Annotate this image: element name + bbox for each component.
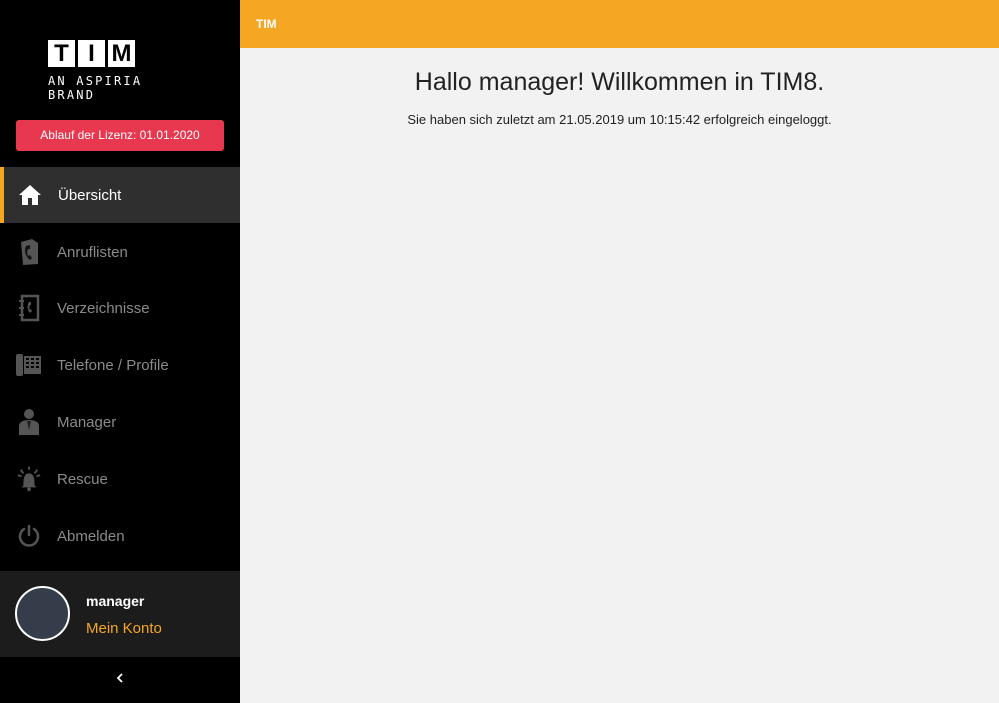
- sidebar-item-label: Anruflisten: [57, 243, 128, 261]
- sidebar-item-label: Telefone / Profile: [57, 356, 169, 374]
- sidebar-item-manager[interactable]: Manager: [0, 394, 240, 450]
- sidebar-item-label: Verzeichnisse: [57, 299, 150, 317]
- welcome-heading: Hallo manager! Willkommen in TIM8.: [414, 68, 825, 96]
- logo-letter: I: [78, 40, 105, 67]
- sidebar-item-abmelden[interactable]: Abmelden: [0, 508, 240, 564]
- sidebar-item-label: Manager: [57, 413, 117, 431]
- chevron-left-icon: [116, 671, 124, 689]
- brand-tagline: AN ASPIRIA BRAND: [48, 74, 143, 102]
- sidebar-item-anruflisten[interactable]: Anruflisten: [0, 224, 240, 280]
- top-bar: TIM: [240, 0, 999, 48]
- call-list-icon: [16, 239, 42, 265]
- sidebar-item-rescue[interactable]: Rescue: [0, 451, 240, 507]
- my-account-link[interactable]: Mein Konto: [86, 620, 162, 637]
- user-name: manager: [86, 593, 145, 609]
- sidebar-item-uebersicht[interactable]: Übersicht: [0, 167, 240, 223]
- phonebook-icon: [16, 294, 42, 322]
- avatar[interactable]: [15, 586, 70, 641]
- last-login-text: Sie haben sich zuletzt am 21.05.2019 um …: [407, 112, 832, 127]
- user-panel: manager Mein Konto: [0, 571, 240, 657]
- sidebar-item-label: Abmelden: [57, 527, 125, 545]
- logo-letter: T: [48, 40, 75, 67]
- sidebar-item-label: Rescue: [57, 470, 108, 488]
- alarm-bell-icon: [16, 466, 42, 492]
- sidebar-item-telefone-profile[interactable]: Telefone / Profile: [0, 337, 240, 393]
- license-expiry-badge: Ablauf der Lizenz: 01.01.2020: [16, 120, 224, 151]
- desk-phone-icon: [16, 352, 42, 378]
- collapse-sidebar-button[interactable]: [0, 657, 240, 703]
- sidebar-item-label: Übersicht: [58, 186, 122, 204]
- power-icon: [16, 523, 42, 549]
- page-title: TIM: [256, 17, 277, 31]
- brand-logo: T I M AN ASPIRIA BRAND: [48, 40, 198, 102]
- main-content: Hallo manager! Willkommen in TIM8. Sie h…: [240, 48, 999, 703]
- sidebar: T I M AN ASPIRIA BRAND Ablauf der Lizenz…: [0, 0, 240, 703]
- manager-icon: [16, 409, 42, 435]
- logo-letter: M: [108, 40, 135, 67]
- sidebar-item-verzeichnisse[interactable]: Verzeichnisse: [0, 280, 240, 336]
- home-icon: [17, 182, 43, 208]
